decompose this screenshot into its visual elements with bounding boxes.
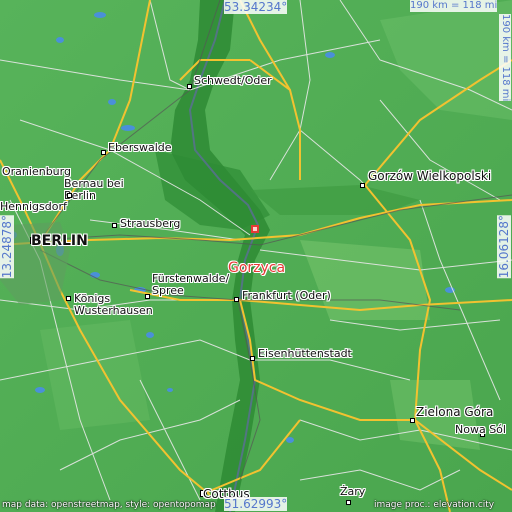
city-label-hennigsdorf[interactable]: Hennigsdorf (0, 201, 67, 213)
city-label-berlin[interactable]: BERLIN (31, 234, 88, 249)
city-marker-icon (250, 356, 255, 361)
city-label-bernau[interactable]: Bernau bei Berlin (64, 178, 124, 202)
south-coordinate: 51.62993° (224, 497, 288, 511)
north-coordinate: 53.34234° (224, 0, 288, 14)
city-marker-icon (360, 183, 365, 188)
image-credit: image proc.: elevation.city (374, 500, 495, 510)
map-canvas[interactable]: Gorzyca Schwedt/Oder Eberswalde Oranienb… (0, 0, 512, 512)
city-marker-icon (234, 297, 239, 302)
target-label[interactable]: Gorzyca (228, 261, 285, 276)
city-label-frankfurt[interactable]: Frankfurt (Oder) (242, 290, 331, 302)
city-label-koenigs[interactable]: Königs Wusterhausen (74, 293, 153, 317)
city-label-zielona[interactable]: Zielona Góra (416, 406, 493, 419)
city-label-oranienburg[interactable]: Oranienburg (2, 166, 71, 178)
city-label-zary[interactable]: Żary (340, 486, 365, 498)
west-coordinate: 13.24878° (0, 215, 14, 279)
city-marker-icon (410, 418, 415, 423)
city-label-fuerstenwalde[interactable]: Fürstenwalde/ Spree (152, 273, 229, 297)
city-marker-icon (101, 150, 106, 155)
scale-vertical: 190 km = 118 mi (499, 14, 511, 102)
city-marker-icon (346, 500, 351, 505)
map-credit: map data: openstreetmap, style: opentopo… (2, 500, 216, 510)
city-label-eisenhuettenstadt[interactable]: Eisenhüttenstadt (258, 348, 352, 360)
city-marker-icon (66, 296, 71, 301)
scale-horizontal: 190 km = 118 mi (410, 0, 498, 12)
city-label-strausberg[interactable]: Strausberg (120, 218, 180, 230)
target-marker-icon[interactable] (251, 225, 259, 233)
city-marker-icon (112, 223, 117, 228)
east-coordinate: 16.06128° (497, 215, 511, 279)
city-marker-icon (67, 193, 72, 198)
city-label-eberswalde[interactable]: Eberswalde (108, 142, 172, 154)
city-label-gorzow[interactable]: Gorzów Wielkopolski (368, 170, 491, 183)
city-label-schwedt[interactable]: Schwedt/Oder (194, 75, 272, 87)
city-label-nowasol[interactable]: Nowa Sól (455, 424, 506, 436)
city-marker-icon (187, 84, 192, 89)
